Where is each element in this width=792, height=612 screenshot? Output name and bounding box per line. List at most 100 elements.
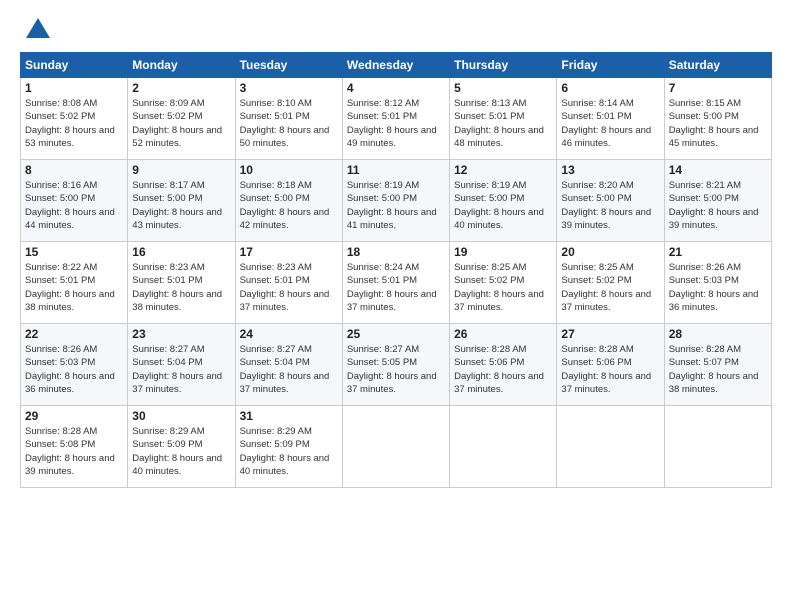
calendar-day-cell: 29 Sunrise: 8:28 AM Sunset: 5:08 PM Dayl…	[21, 406, 128, 488]
day-info: Sunrise: 8:12 AM Sunset: 5:01 PM Dayligh…	[347, 97, 445, 150]
day-number: 16	[132, 245, 230, 259]
header	[20, 16, 772, 44]
calendar-week-row: 1 Sunrise: 8:08 AM Sunset: 5:02 PM Dayli…	[21, 78, 772, 160]
day-info: Sunrise: 8:20 AM Sunset: 5:00 PM Dayligh…	[561, 179, 659, 232]
day-info: Sunrise: 8:25 AM Sunset: 5:02 PM Dayligh…	[454, 261, 552, 314]
day-number: 19	[454, 245, 552, 259]
calendar-day-cell: 1 Sunrise: 8:08 AM Sunset: 5:02 PM Dayli…	[21, 78, 128, 160]
day-info: Sunrise: 8:10 AM Sunset: 5:01 PM Dayligh…	[240, 97, 338, 150]
calendar-day-cell: 6 Sunrise: 8:14 AM Sunset: 5:01 PM Dayli…	[557, 78, 664, 160]
day-number: 7	[669, 81, 767, 95]
calendar-day-cell: 2 Sunrise: 8:09 AM Sunset: 5:02 PM Dayli…	[128, 78, 235, 160]
calendar-day-cell: 31 Sunrise: 8:29 AM Sunset: 5:09 PM Dayl…	[235, 406, 342, 488]
day-info: Sunrise: 8:26 AM Sunset: 5:03 PM Dayligh…	[25, 343, 123, 396]
day-info: Sunrise: 8:27 AM Sunset: 5:05 PM Dayligh…	[347, 343, 445, 396]
calendar-week-row: 29 Sunrise: 8:28 AM Sunset: 5:08 PM Dayl…	[21, 406, 772, 488]
day-info: Sunrise: 8:16 AM Sunset: 5:00 PM Dayligh…	[25, 179, 123, 232]
day-info: Sunrise: 8:17 AM Sunset: 5:00 PM Dayligh…	[132, 179, 230, 232]
day-info: Sunrise: 8:27 AM Sunset: 5:04 PM Dayligh…	[240, 343, 338, 396]
calendar-day-cell: 21 Sunrise: 8:26 AM Sunset: 5:03 PM Dayl…	[664, 242, 771, 324]
weekday-header: Friday	[557, 53, 664, 78]
day-number: 20	[561, 245, 659, 259]
day-info: Sunrise: 8:19 AM Sunset: 5:00 PM Dayligh…	[454, 179, 552, 232]
calendar-day-cell: 18 Sunrise: 8:24 AM Sunset: 5:01 PM Dayl…	[342, 242, 449, 324]
day-info: Sunrise: 8:14 AM Sunset: 5:01 PM Dayligh…	[561, 97, 659, 150]
day-info: Sunrise: 8:28 AM Sunset: 5:08 PM Dayligh…	[25, 425, 123, 478]
day-info: Sunrise: 8:09 AM Sunset: 5:02 PM Dayligh…	[132, 97, 230, 150]
calendar-day-cell: 24 Sunrise: 8:27 AM Sunset: 5:04 PM Dayl…	[235, 324, 342, 406]
calendar-day-cell: 17 Sunrise: 8:23 AM Sunset: 5:01 PM Dayl…	[235, 242, 342, 324]
day-number: 28	[669, 327, 767, 341]
day-number: 17	[240, 245, 338, 259]
day-info: Sunrise: 8:28 AM Sunset: 5:07 PM Dayligh…	[669, 343, 767, 396]
day-info: Sunrise: 8:21 AM Sunset: 5:00 PM Dayligh…	[669, 179, 767, 232]
day-number: 15	[25, 245, 123, 259]
calendar-day-cell: 10 Sunrise: 8:18 AM Sunset: 5:00 PM Dayl…	[235, 160, 342, 242]
day-number: 5	[454, 81, 552, 95]
calendar-day-cell: 8 Sunrise: 8:16 AM Sunset: 5:00 PM Dayli…	[21, 160, 128, 242]
day-info: Sunrise: 8:23 AM Sunset: 5:01 PM Dayligh…	[240, 261, 338, 314]
weekday-header: Sunday	[21, 53, 128, 78]
calendar-week-row: 8 Sunrise: 8:16 AM Sunset: 5:00 PM Dayli…	[21, 160, 772, 242]
day-info: Sunrise: 8:18 AM Sunset: 5:00 PM Dayligh…	[240, 179, 338, 232]
calendar-day-cell: 13 Sunrise: 8:20 AM Sunset: 5:00 PM Dayl…	[557, 160, 664, 242]
day-number: 18	[347, 245, 445, 259]
calendar-day-cell: 7 Sunrise: 8:15 AM Sunset: 5:00 PM Dayli…	[664, 78, 771, 160]
calendar-day-cell	[450, 406, 557, 488]
calendar-day-cell: 26 Sunrise: 8:28 AM Sunset: 5:06 PM Dayl…	[450, 324, 557, 406]
day-number: 27	[561, 327, 659, 341]
day-number: 6	[561, 81, 659, 95]
weekday-header: Wednesday	[342, 53, 449, 78]
calendar-header-row: SundayMondayTuesdayWednesdayThursdayFrid…	[21, 53, 772, 78]
day-number: 2	[132, 81, 230, 95]
day-number: 24	[240, 327, 338, 341]
day-number: 21	[669, 245, 767, 259]
weekday-header: Thursday	[450, 53, 557, 78]
calendar-day-cell: 9 Sunrise: 8:17 AM Sunset: 5:00 PM Dayli…	[128, 160, 235, 242]
day-number: 30	[132, 409, 230, 423]
day-number: 22	[25, 327, 123, 341]
page: SundayMondayTuesdayWednesdayThursdayFrid…	[0, 0, 792, 612]
calendar-day-cell: 27 Sunrise: 8:28 AM Sunset: 5:06 PM Dayl…	[557, 324, 664, 406]
day-info: Sunrise: 8:13 AM Sunset: 5:01 PM Dayligh…	[454, 97, 552, 150]
logo	[20, 16, 52, 44]
calendar-day-cell: 15 Sunrise: 8:22 AM Sunset: 5:01 PM Dayl…	[21, 242, 128, 324]
day-number: 25	[347, 327, 445, 341]
day-number: 12	[454, 163, 552, 177]
calendar-week-row: 15 Sunrise: 8:22 AM Sunset: 5:01 PM Dayl…	[21, 242, 772, 324]
day-info: Sunrise: 8:23 AM Sunset: 5:01 PM Dayligh…	[132, 261, 230, 314]
day-number: 14	[669, 163, 767, 177]
day-info: Sunrise: 8:29 AM Sunset: 5:09 PM Dayligh…	[132, 425, 230, 478]
day-number: 4	[347, 81, 445, 95]
day-number: 1	[25, 81, 123, 95]
day-info: Sunrise: 8:28 AM Sunset: 5:06 PM Dayligh…	[561, 343, 659, 396]
day-info: Sunrise: 8:24 AM Sunset: 5:01 PM Dayligh…	[347, 261, 445, 314]
day-number: 3	[240, 81, 338, 95]
day-number: 10	[240, 163, 338, 177]
day-info: Sunrise: 8:26 AM Sunset: 5:03 PM Dayligh…	[669, 261, 767, 314]
weekday-header: Monday	[128, 53, 235, 78]
calendar-day-cell: 4 Sunrise: 8:12 AM Sunset: 5:01 PM Dayli…	[342, 78, 449, 160]
day-number: 26	[454, 327, 552, 341]
calendar-day-cell: 23 Sunrise: 8:27 AM Sunset: 5:04 PM Dayl…	[128, 324, 235, 406]
calendar-day-cell: 19 Sunrise: 8:25 AM Sunset: 5:02 PM Dayl…	[450, 242, 557, 324]
day-info: Sunrise: 8:25 AM Sunset: 5:02 PM Dayligh…	[561, 261, 659, 314]
day-info: Sunrise: 8:28 AM Sunset: 5:06 PM Dayligh…	[454, 343, 552, 396]
day-info: Sunrise: 8:19 AM Sunset: 5:00 PM Dayligh…	[347, 179, 445, 232]
calendar-day-cell: 22 Sunrise: 8:26 AM Sunset: 5:03 PM Dayl…	[21, 324, 128, 406]
day-info: Sunrise: 8:29 AM Sunset: 5:09 PM Dayligh…	[240, 425, 338, 478]
calendar-day-cell	[557, 406, 664, 488]
calendar-week-row: 22 Sunrise: 8:26 AM Sunset: 5:03 PM Dayl…	[21, 324, 772, 406]
day-number: 23	[132, 327, 230, 341]
logo-icon	[24, 16, 52, 44]
calendar-day-cell: 12 Sunrise: 8:19 AM Sunset: 5:00 PM Dayl…	[450, 160, 557, 242]
calendar-day-cell: 30 Sunrise: 8:29 AM Sunset: 5:09 PM Dayl…	[128, 406, 235, 488]
day-number: 31	[240, 409, 338, 423]
calendar-day-cell: 3 Sunrise: 8:10 AM Sunset: 5:01 PM Dayli…	[235, 78, 342, 160]
calendar-day-cell: 14 Sunrise: 8:21 AM Sunset: 5:00 PM Dayl…	[664, 160, 771, 242]
calendar-day-cell: 20 Sunrise: 8:25 AM Sunset: 5:02 PM Dayl…	[557, 242, 664, 324]
day-number: 13	[561, 163, 659, 177]
day-info: Sunrise: 8:08 AM Sunset: 5:02 PM Dayligh…	[25, 97, 123, 150]
day-number: 8	[25, 163, 123, 177]
day-info: Sunrise: 8:15 AM Sunset: 5:00 PM Dayligh…	[669, 97, 767, 150]
